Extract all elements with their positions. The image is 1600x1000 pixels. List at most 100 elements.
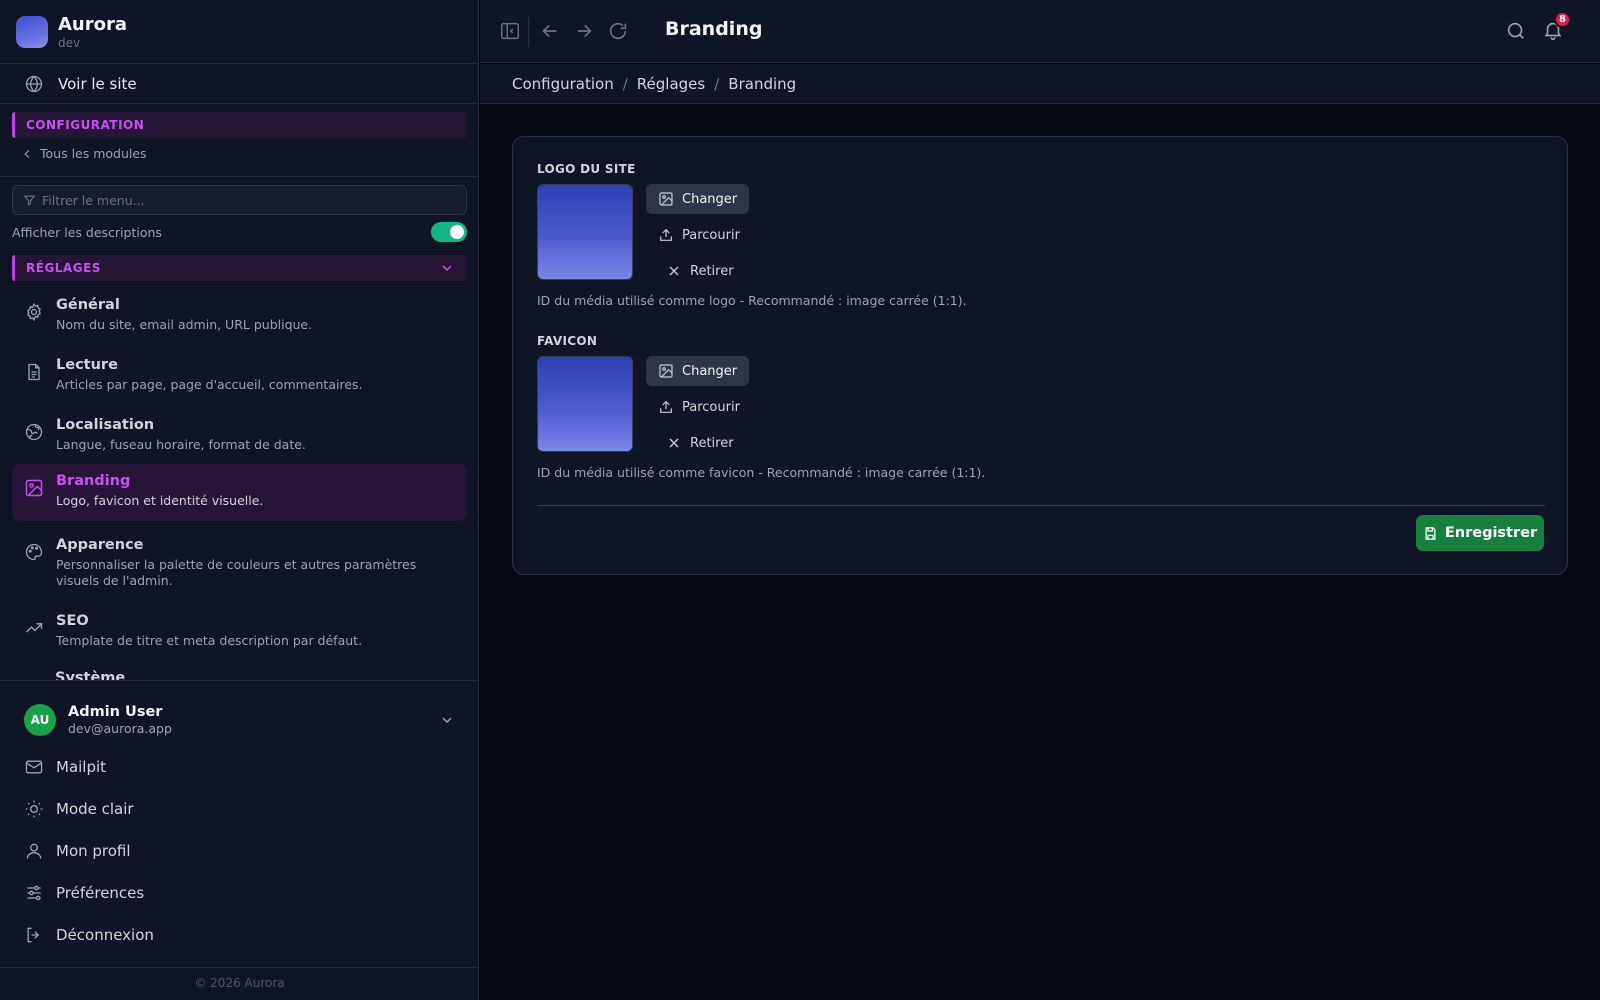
chevron-left-icon: [24, 149, 30, 158]
sidebar-toggle-icon[interactable]: [499, 20, 521, 42]
sidebar-item-desc: Personnaliser la palette de couleurs et …: [56, 557, 417, 588]
forward-arrow-icon[interactable]: [573, 20, 595, 42]
divider: [0, 103, 479, 104]
mail-icon: [24, 757, 44, 777]
close-icon: [669, 438, 679, 448]
filter-icon: [23, 195, 36, 206]
image-icon: [659, 192, 673, 206]
filter-input[interactable]: [42, 192, 442, 208]
sidebar-item-localisation[interactable]: Localisation Langue, fuseau horaire, for…: [12, 408, 467, 461]
divider: [0, 176, 479, 177]
brand-name: Aurora: [58, 13, 128, 35]
change-label: Changer: [682, 191, 738, 207]
view-site-label: Voir le site: [58, 75, 137, 93]
sidebar-item-title: Branding: [56, 473, 131, 489]
logout-button[interactable]: Déconnexion: [12, 919, 154, 951]
mailpit-label: Mailpit: [56, 758, 107, 776]
sidebar-item-title: Localisation: [56, 417, 155, 433]
divider: [0, 63, 479, 64]
divider: [537, 505, 1545, 506]
refresh-icon[interactable]: [607, 20, 629, 42]
logout-icon: [24, 925, 44, 945]
sidebar-item-system[interactable]: Système: [55, 670, 125, 680]
trending-icon: [24, 618, 44, 638]
breadcrumb-item[interactable]: Réglages: [637, 75, 705, 93]
preferences-link[interactable]: Préférences: [12, 877, 144, 909]
divider: [528, 17, 529, 47]
brand[interactable]: Aurora dev: [16, 14, 127, 50]
logo-browse-button[interactable]: Parcourir: [646, 220, 752, 250]
save-button[interactable]: Enregistrer: [1416, 515, 1544, 551]
profile-label: Mon profil: [56, 842, 131, 860]
palette-icon: [24, 542, 44, 562]
settings-header[interactable]: RÉGLAGES: [12, 255, 467, 281]
favicon-browse-button[interactable]: Parcourir: [646, 392, 752, 422]
change-label: Changer: [682, 363, 738, 379]
user-icon: [24, 841, 44, 861]
sidebar-item-general[interactable]: Général Nom du site, email admin, URL pu…: [12, 288, 467, 341]
avatar: AU: [24, 704, 56, 736]
preferences-label: Préférences: [56, 884, 145, 902]
show-descriptions-row: Afficher les descriptions: [12, 221, 467, 243]
sliders-icon: [24, 883, 44, 903]
sidebar-item-appearance[interactable]: Apparence Personnaliser la palette de co…: [12, 528, 467, 596]
topbar: Branding 8: [480, 0, 1600, 63]
breadcrumb: Configuration / Réglages / Branding: [480, 64, 1600, 104]
user-menu[interactable]: AU Admin User dev@aurora.app: [12, 700, 467, 740]
user-name: Admin User: [68, 703, 163, 720]
favicon-preview: [537, 356, 633, 452]
user-email: dev@aurora.app: [68, 721, 172, 737]
show-descriptions-toggle[interactable]: [431, 222, 467, 242]
sidebar-item-seo[interactable]: SEO Template de titre et meta descriptio…: [12, 604, 467, 657]
configuration-header-label: CONFIGURATION: [26, 118, 145, 132]
light-mode-toggle[interactable]: Mode clair: [12, 793, 134, 825]
globe-icon: [24, 74, 44, 94]
menu-scroll-clip: Système: [0, 664, 478, 680]
sidebar-item-reading[interactable]: Lecture Articles par page, page d'accuei…: [12, 348, 467, 401]
sun-icon: [24, 799, 44, 819]
sidebar-item-desc: Langue, fuseau horaire, format de date.: [56, 437, 306, 453]
logo-remove-button[interactable]: Retirer: [654, 256, 746, 286]
image-icon: [659, 364, 673, 378]
breadcrumb-separator: /: [622, 74, 628, 93]
upload-icon: [660, 400, 672, 413]
page-title: Branding: [665, 18, 763, 40]
back-arrow-icon[interactable]: [539, 20, 561, 42]
divider: [0, 967, 479, 968]
breadcrumb-separator: /: [714, 74, 720, 93]
profile-link[interactable]: Mon profil: [12, 835, 131, 867]
sidebar-item-title: Général: [56, 297, 120, 313]
breadcrumb-item[interactable]: Configuration: [512, 75, 614, 93]
sidebar-item-desc: Logo, favicon et identité visuelle.: [56, 493, 264, 509]
back-link-label: Tous les modules: [40, 146, 147, 161]
save-label: Enregistrer: [1444, 525, 1538, 541]
globe-icon: [24, 422, 44, 442]
logo-change-button[interactable]: Changer: [646, 184, 750, 214]
breadcrumb-current: Branding: [728, 74, 797, 93]
gear-icon: [24, 302, 44, 322]
document-icon: [24, 362, 44, 382]
search-icon[interactable]: [1505, 20, 1527, 42]
upload-icon: [660, 228, 672, 241]
configuration-header: CONFIGURATION: [12, 112, 467, 138]
sidebar: Aurora dev Voir le site CONFIGURATION To…: [0, 0, 479, 1000]
view-site-link[interactable]: Voir le site: [12, 68, 137, 100]
back-to-modules-link[interactable]: Tous les modules: [20, 146, 147, 161]
brand-logo: [16, 16, 48, 48]
favicon-help-text: ID du média utilisé comme favicon - Reco…: [537, 465, 986, 480]
mailpit-link[interactable]: Mailpit: [12, 751, 106, 783]
logo-help-text: ID du média utilisé comme logo - Recomma…: [537, 293, 967, 308]
show-descriptions-label: Afficher les descriptions: [12, 224, 162, 240]
sidebar-item-branding[interactable]: Branding Logo, favicon et identité visue…: [12, 464, 467, 521]
remove-label: Retirer: [690, 435, 734, 451]
close-icon: [669, 266, 679, 276]
toggle-knob: [450, 225, 464, 239]
filter-field[interactable]: [12, 185, 467, 215]
chevron-down-icon: [439, 260, 455, 276]
favicon-remove-button[interactable]: Retirer: [654, 428, 746, 458]
browse-label: Parcourir: [682, 227, 740, 243]
favicon-change-button[interactable]: Changer: [646, 356, 750, 386]
brand-env: dev: [58, 35, 81, 50]
settings-header-label: RÉGLAGES: [26, 261, 101, 275]
sidebar-item-title: Lecture: [56, 357, 118, 373]
